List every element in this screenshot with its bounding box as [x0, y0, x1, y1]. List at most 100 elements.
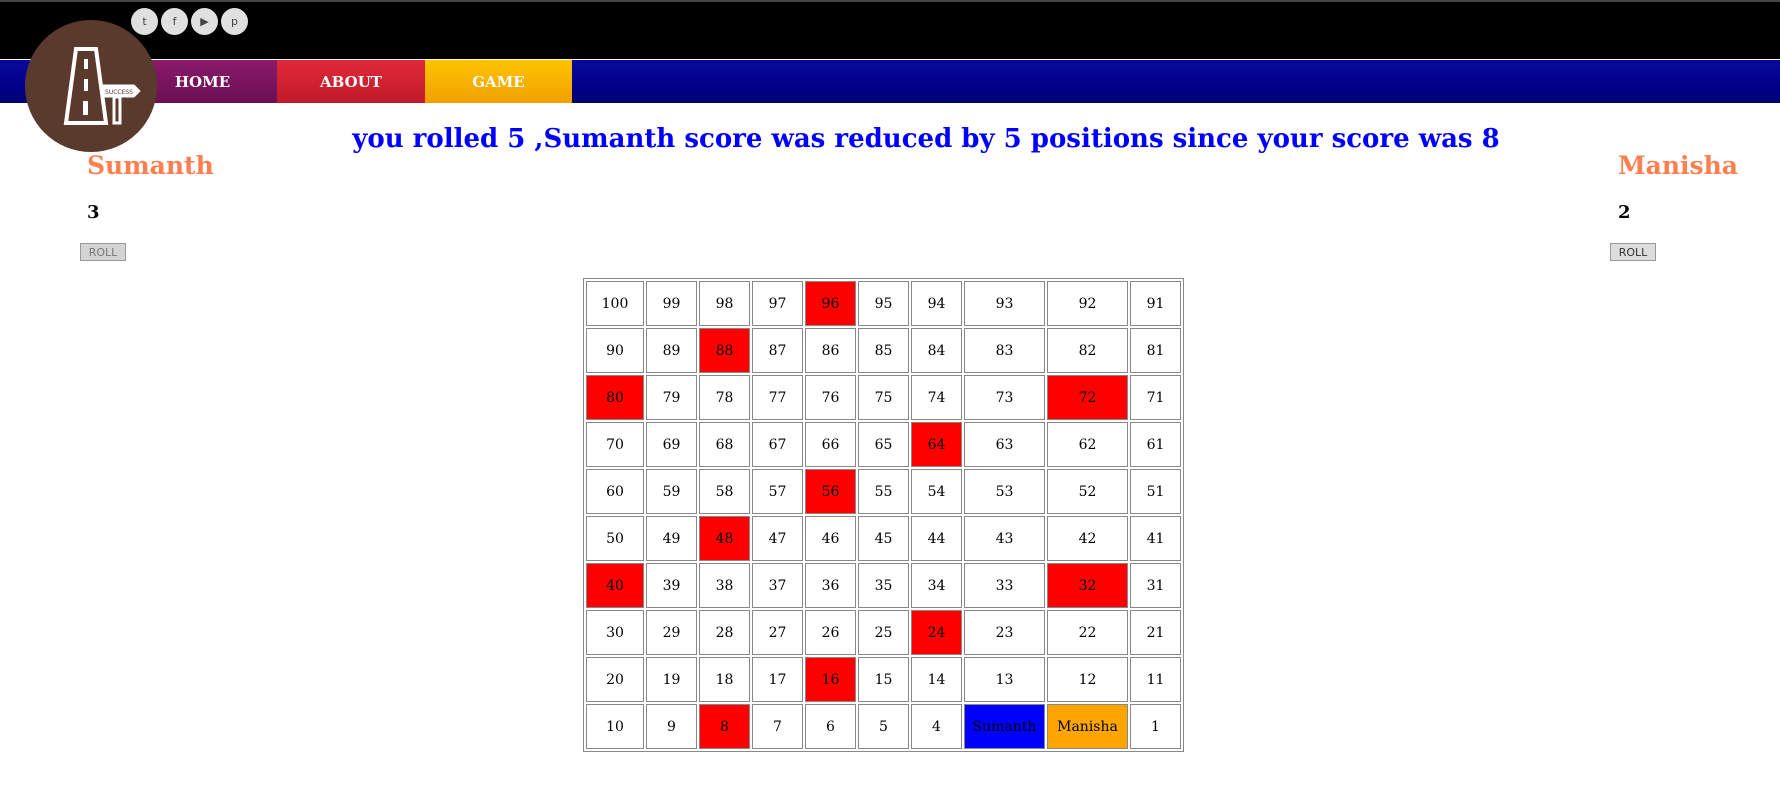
board-row: 10 9 8 7 6 5 4 Sumanth Manisha 1: [586, 704, 1181, 749]
board-cell: 96: [805, 281, 856, 326]
player-left-score: 3: [87, 202, 100, 223]
board-cell: 93: [964, 281, 1045, 326]
board-cell: 81: [1130, 328, 1181, 373]
facebook-icon[interactable]: f: [161, 8, 188, 35]
board-cell: 91: [1130, 281, 1181, 326]
board-cell: 15: [858, 657, 909, 702]
player-left-name: Sumanth: [87, 151, 214, 180]
nav-bar: HOME ABOUT GAME: [0, 60, 1780, 103]
board-cell: 79: [646, 375, 697, 420]
board-cell: 53: [964, 469, 1045, 514]
board-cell: 52: [1047, 469, 1128, 514]
board-cell: 18: [699, 657, 750, 702]
board-cell: 42: [1047, 516, 1128, 561]
board-cell: 97: [752, 281, 803, 326]
board-cell: 61: [1130, 422, 1181, 467]
board-row: 50 49 48 47 46 45 44 43 42 41: [586, 516, 1181, 561]
board-cell: 69: [646, 422, 697, 467]
board-cell: 29: [646, 610, 697, 655]
board-cell: 59: [646, 469, 697, 514]
board-cell: 38: [699, 563, 750, 608]
board-cell: 66: [805, 422, 856, 467]
board-row: 70 69 68 67 66 65 64 63 62 61: [586, 422, 1181, 467]
board-cell: 10: [586, 704, 644, 749]
board-cell: 39: [646, 563, 697, 608]
player-right-roll-button[interactable]: ROLL: [1610, 243, 1656, 261]
social-links: t f ▶ p: [131, 8, 248, 35]
board-row: 40 39 38 37 36 35 34 33 32 31: [586, 563, 1181, 608]
board-cell: 20: [586, 657, 644, 702]
board-cell: 60: [586, 469, 644, 514]
board-cell: 68: [699, 422, 750, 467]
board-cell: 22: [1047, 610, 1128, 655]
nav-about-link[interactable]: ABOUT: [277, 60, 425, 103]
board-cell: 76: [805, 375, 856, 420]
board-cell: 40: [586, 563, 644, 608]
board-cell: 57: [752, 469, 803, 514]
board-cell: 32: [1047, 563, 1128, 608]
board-cell: 89: [646, 328, 697, 373]
board-cell: 21: [1130, 610, 1181, 655]
board-cell: 67: [752, 422, 803, 467]
board-cell: 87: [752, 328, 803, 373]
board-cell: 13: [964, 657, 1045, 702]
board-cell: 46: [805, 516, 856, 561]
player-left-roll-button[interactable]: ROLL: [80, 243, 126, 261]
board-cell: 24: [911, 610, 962, 655]
board-cell: 14: [911, 657, 962, 702]
board-cell: 73: [964, 375, 1045, 420]
board-cell: 25: [858, 610, 909, 655]
board-cell: 36: [805, 563, 856, 608]
board-cell: 31: [1130, 563, 1181, 608]
board-cell: 74: [911, 375, 962, 420]
board-cell: 45: [858, 516, 909, 561]
board-cell: 100: [586, 281, 644, 326]
player-right-score: 2: [1618, 202, 1631, 223]
board-cell: 43: [964, 516, 1045, 561]
board-cell: 28: [699, 610, 750, 655]
game-board: 100 99 98 97 96 95 94 93 92 91 90 89 88 87 86 85 84 83 82 8…: [583, 278, 1184, 752]
board-cell: 62: [1047, 422, 1128, 467]
board-cell: 48: [699, 516, 750, 561]
board-cell: 75: [858, 375, 909, 420]
board-cell: 47: [752, 516, 803, 561]
pinterest-icon[interactable]: p: [221, 8, 248, 35]
board-row: 30 29 28 27 26 25 24 23 22 21: [586, 610, 1181, 655]
board-cell: 44: [911, 516, 962, 561]
board-cell: 7: [752, 704, 803, 749]
board-cell: 99: [646, 281, 697, 326]
board-cell: 27: [752, 610, 803, 655]
board-row: 60 59 58 57 56 55 54 53 52 51: [586, 469, 1181, 514]
board-cell: 51: [1130, 469, 1181, 514]
board-cell: 34: [911, 563, 962, 608]
board-cell: 8: [699, 704, 750, 749]
board-cell: 58: [699, 469, 750, 514]
player-right-name: Manisha: [1618, 151, 1738, 180]
board-cell: 56: [805, 469, 856, 514]
board-cell-player-sumanth: Sumanth: [964, 704, 1045, 749]
board-cell: 33: [964, 563, 1045, 608]
board-cell: 92: [1047, 281, 1128, 326]
board-cell: 86: [805, 328, 856, 373]
board-row: 100 99 98 97 96 95 94 93 92 91: [586, 281, 1181, 326]
board-cell: 17: [752, 657, 803, 702]
board-cell: 88: [699, 328, 750, 373]
youtube-icon[interactable]: ▶: [191, 8, 218, 35]
board-row: 20 19 18 17 16 15 14 13 12 11: [586, 657, 1181, 702]
svg-text:SUCCESS: SUCCESS: [105, 89, 133, 96]
board-cell: 50: [586, 516, 644, 561]
nav-game-link[interactable]: GAME: [425, 60, 572, 103]
board-cell: 78: [699, 375, 750, 420]
board-cell: 9: [646, 704, 697, 749]
board-cell: 41: [1130, 516, 1181, 561]
board-cell: 12: [1047, 657, 1128, 702]
board-cell: 85: [858, 328, 909, 373]
status-message: you rolled 5 ,Sumanth score was reduced …: [352, 124, 1500, 154]
board-cell: 19: [646, 657, 697, 702]
board-cell: 4: [911, 704, 962, 749]
board-cell: 26: [805, 610, 856, 655]
board-cell: 77: [752, 375, 803, 420]
board-cell: 90: [586, 328, 644, 373]
board-row: 90 89 88 87 86 85 84 83 82 81: [586, 328, 1181, 373]
board-cell: 54: [911, 469, 962, 514]
